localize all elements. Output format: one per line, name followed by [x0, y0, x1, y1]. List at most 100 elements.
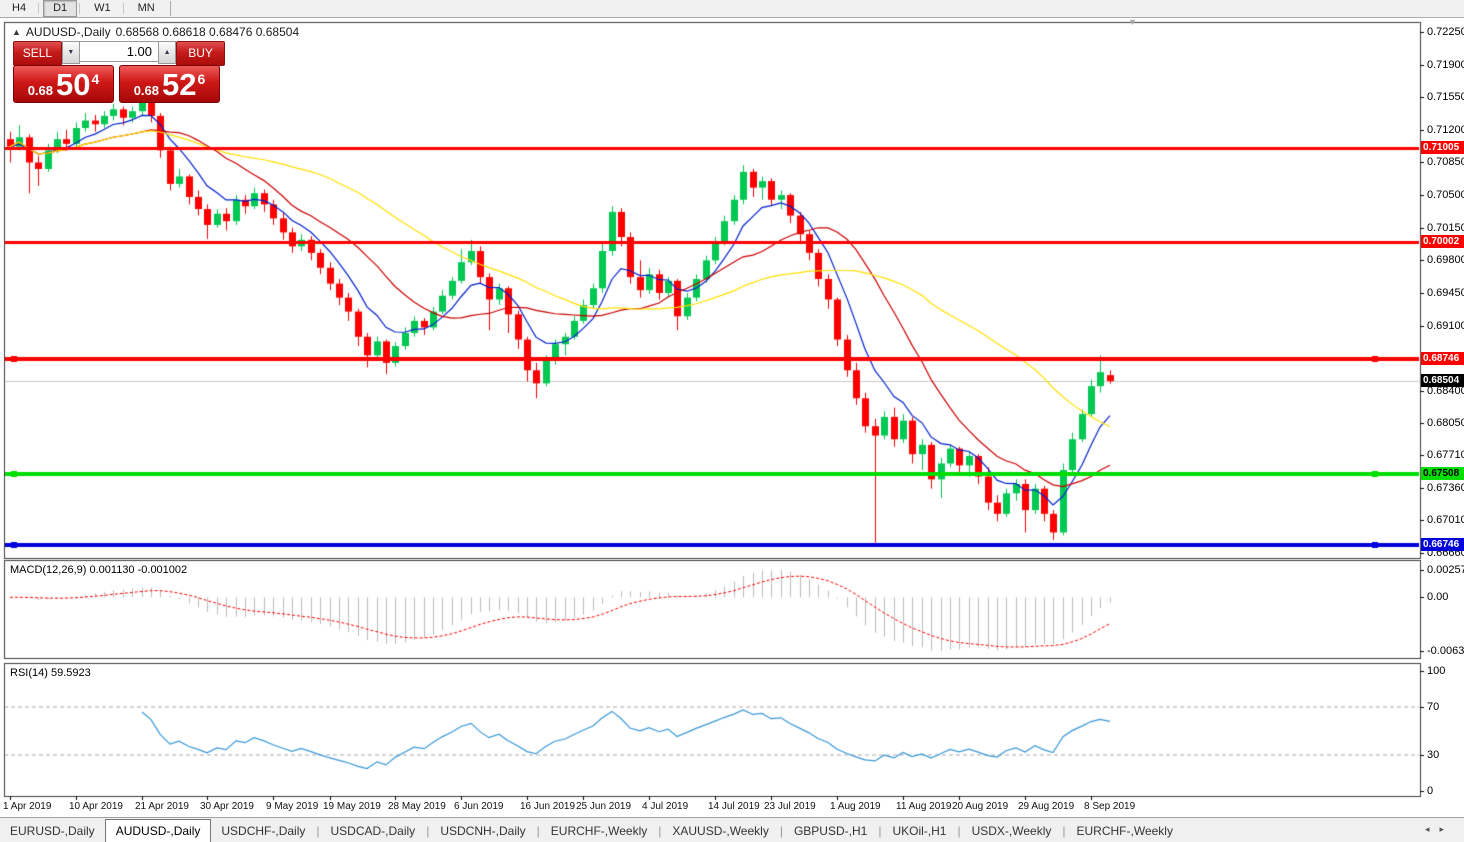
level-price-tag: 0.67508 [1421, 467, 1464, 480]
price-axis-label: 0.67010 [1427, 514, 1464, 527]
buy-price-base: 0.68 [133, 83, 160, 98]
price-axis-label: 0.72250 [1427, 26, 1464, 38]
chart-tab-usdx-weekly[interactable]: USDX-,Weekly [962, 821, 1062, 841]
volume-increase-button[interactable]: ▲ [158, 41, 177, 64]
price-axis-label: 0.71200 [1427, 123, 1464, 136]
collapse-arrow-icon[interactable]: ▲ [12, 27, 21, 37]
buy-price-big: 52 [162, 67, 197, 102]
chart-tab-bar: EURUSD-,Daily AUDUSD-,Daily USDCHF-,Daily |… [0, 817, 1464, 842]
tab-separator: | [878, 823, 882, 838]
trading-terminal-window: H4 D1 W1 MN ▲ AUDUSD-,Daily 0.68568 0.68618… [0, 0, 1464, 842]
buy-button[interactable]: BUY [176, 41, 225, 66]
volume-input[interactable] [80, 41, 158, 62]
price-axis-label: 0.69100 [1427, 319, 1464, 332]
chart-title: ▲ AUDUSD-,Daily 0.68568 0.68618 0.68476 … [12, 25, 299, 39]
rsi-axis-label: 0 [1427, 785, 1434, 797]
chart-tab-eurchf-weekly[interactable]: EURCHF-,Weekly [1067, 821, 1183, 841]
date-axis-label: 11 Aug 2019 [896, 801, 952, 812]
price-axis-label: 0.71550 [1427, 91, 1464, 104]
price-axis-label: 0.67360 [1427, 481, 1464, 494]
tab-scroll-arrows[interactable]: ◂▸ [1425, 824, 1454, 835]
chart-tab-eurchf-weekly[interactable]: EURCHF-,Weekly [541, 821, 657, 841]
timeframe-button-d1[interactable]: D1 [43, 0, 78, 17]
chart-tab-gbpusd-h1[interactable]: GBPUSD-,H1 [784, 821, 877, 841]
price-chart-canvas[interactable] [0, 0, 1464, 842]
level-price-tag: 0.66746 [1421, 538, 1464, 551]
date-axis-label: 10 Apr 2019 [69, 801, 123, 812]
macd-indicator-label: MACD(12,26,9) 0.001130 -0.001002 [10, 564, 188, 576]
symbol-period-label: AUDUSD-,Daily [25, 25, 111, 39]
tab-separator: | [1062, 823, 1066, 838]
toolbar-separator [79, 3, 81, 14]
sell-price-box[interactable]: 0.68 50 4 [13, 65, 114, 103]
tab-separator: | [779, 823, 783, 838]
rsi-axis-label: 100 [1427, 665, 1446, 677]
date-axis-label: 29 Aug 2019 [1018, 801, 1075, 812]
timeframe-toolbar: H4 D1 W1 MN [0, 0, 1464, 18]
chart-tab-audusd-daily[interactable]: AUDUSD-,Daily [104, 818, 212, 842]
date-axis-label: 9 May 2019 [266, 801, 319, 812]
timeframe-button-mn[interactable]: MN [128, 0, 165, 17]
date-axis-label: 4 Jul 2019 [642, 801, 689, 812]
price-axis-label: 0.67710 [1427, 449, 1464, 462]
sell-button[interactable]: SELL [13, 41, 62, 66]
chart-tab-usdchf-daily[interactable]: USDCHF-,Daily [211, 821, 315, 841]
rsi-value: 59.5923 [50, 667, 91, 679]
date-axis-label: 28 May 2019 [388, 801, 446, 812]
volume-decrease-button[interactable]: ▼ [61, 41, 80, 64]
level-price-tag: 0.71005 [1421, 141, 1464, 154]
date-axis-label: 23 Jul 2019 [764, 801, 816, 812]
sell-price-base: 0.68 [27, 83, 54, 98]
chart-tab-usdcnh-daily[interactable]: USDCNH-,Daily [430, 821, 535, 841]
rsi-indicator-label: RSI(14) 59.5923 [10, 667, 91, 679]
tab-separator: | [316, 823, 320, 838]
sell-price-big: 50 [56, 67, 91, 102]
chart-tab-eurusd-daily[interactable]: EURUSD-,Daily [0, 821, 105, 841]
date-axis-label: 6 Jun 2019 [454, 801, 504, 812]
current-price-tag: 0.68504 [1421, 374, 1464, 387]
price-axis-label: 0.71900 [1427, 58, 1464, 71]
date-axis-label: 25 Jun 2019 [576, 801, 632, 812]
one-click-trading-widget: SELL ▼ ▲ BUY 0.68 50 4 0.68 52 6 [13, 41, 225, 103]
level-price-tag: 0.68746 [1421, 352, 1464, 365]
date-axis-label: 20 Aug 2019 [952, 801, 1009, 812]
price-axis-label: 0.70850 [1427, 156, 1464, 169]
date-axis-label: 14 Jul 2019 [708, 801, 760, 812]
tab-separator: | [426, 823, 430, 838]
rsi-axis-label: 30 [1427, 749, 1440, 761]
tab-separator: | [536, 823, 540, 838]
macd-values: 0.001130 -0.001002 [89, 564, 188, 576]
toolbar-group-divider [169, 1, 171, 16]
macd-axis-label: -0.006326 [1427, 645, 1464, 657]
tab-separator: | [658, 823, 662, 838]
date-axis-label: 19 May 2019 [323, 801, 381, 812]
price-axis-label: 0.68050 [1427, 417, 1464, 430]
chart-tab-usdcad-daily[interactable]: USDCAD-,Daily [321, 821, 426, 841]
date-axis-label: 21 Apr 2019 [135, 801, 189, 812]
price-axis-label: 0.70150 [1427, 221, 1464, 234]
date-axis-label: 1 Aug 2019 [830, 801, 881, 812]
date-axis-label: 16 Jun 2019 [520, 801, 576, 812]
chart-tab-ukoil-h1[interactable]: UKOil-,H1 [882, 821, 956, 841]
price-axis-label: 0.69450 [1427, 286, 1464, 299]
toolbar-separator [122, 3, 124, 14]
buy-price-box[interactable]: 0.68 52 6 [119, 65, 220, 103]
level-price-tag: 0.70002 [1421, 235, 1464, 248]
rsi-axis-label: 70 [1427, 701, 1440, 713]
macd-axis-label: 0.002574 [1427, 564, 1464, 576]
ohlc-values: 0.68568 0.68618 0.68476 0.68504 [115, 25, 300, 39]
timeframe-button-w1[interactable]: W1 [84, 0, 121, 17]
price-axis-label: 0.69800 [1427, 254, 1464, 267]
price-axis-label: 0.70500 [1427, 189, 1464, 202]
timeframe-button-h4[interactable]: H4 [2, 0, 36, 17]
sell-price-pip: 4 [91, 71, 100, 87]
toolbar-separator [38, 3, 40, 14]
chart-shift-marker-icon[interactable]: ▼ [1128, 17, 1137, 27]
chart-tab-xauusd-weekly[interactable]: XAUUSD-,Weekly [662, 821, 778, 841]
tab-separator: | [957, 823, 961, 838]
macd-axis-label: 0.00 [1427, 591, 1449, 604]
date-axis-label: 30 Apr 2019 [200, 801, 254, 812]
buy-price-pip: 6 [197, 71, 206, 87]
date-axis-label: 8 Sep 2019 [1084, 801, 1136, 812]
date-axis-label: 1 Apr 2019 [3, 801, 52, 812]
